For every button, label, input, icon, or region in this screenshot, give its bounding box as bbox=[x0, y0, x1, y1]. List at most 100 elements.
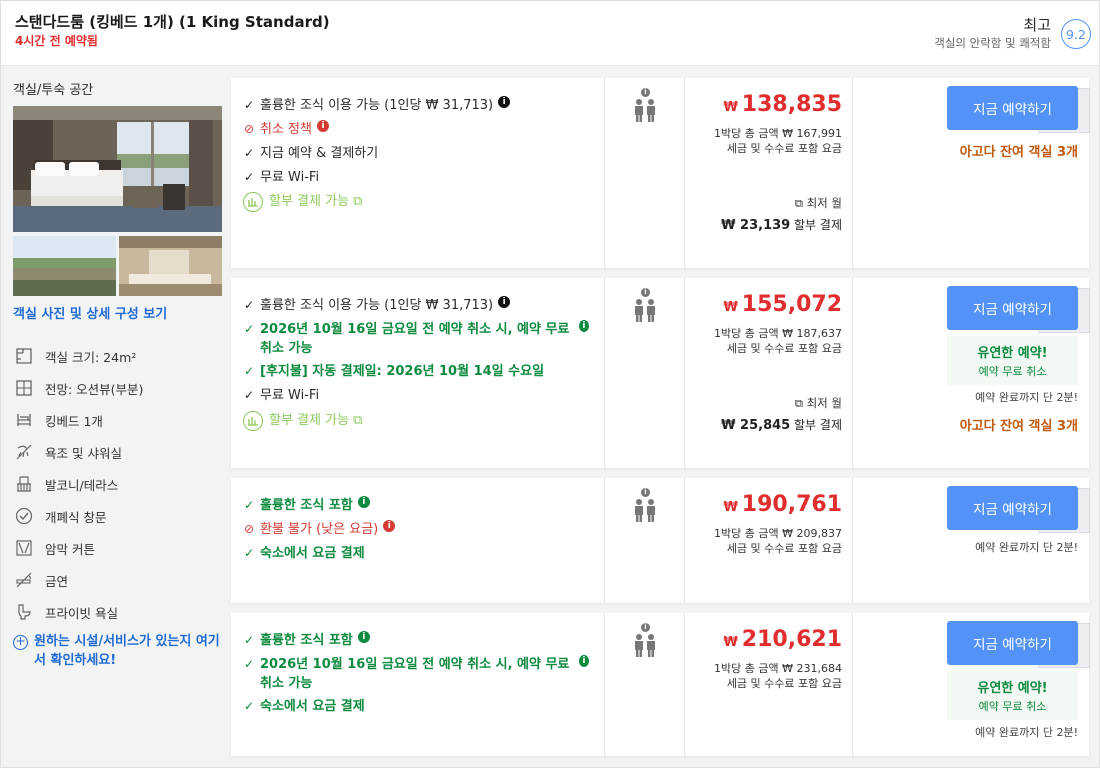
info-icon[interactable]: i bbox=[498, 96, 511, 108]
feature-balcony: 발코니/테라스 bbox=[13, 472, 118, 496]
info-icon[interactable]: i bbox=[316, 120, 329, 132]
feature-window: 개폐식 창문 bbox=[13, 504, 106, 528]
room-photo-view[interactable] bbox=[13, 236, 116, 296]
offer-price: ₩155,072 1박당 총 금액 ₩ 187,637 세금 및 수수료 포함 … bbox=[684, 278, 852, 468]
price-per-night: ₩138,835 bbox=[723, 92, 842, 117]
offer-price: ₩190,761 1박당 총 금액 ₩ 209,837 세금 및 수수료 포함 … bbox=[684, 478, 852, 603]
occupancy-icon[interactable]: i bbox=[632, 488, 658, 527]
check-icon: ✓ bbox=[244, 298, 255, 312]
installment-amount: ₩ 25,845 할부 결제 bbox=[721, 418, 842, 433]
book-now-button[interactable]: 지금 예약하기 bbox=[947, 86, 1078, 130]
occupancy-icon[interactable]: i bbox=[632, 623, 658, 662]
offer-benefits: ✓ 훌륭한 조식 포함 i ⊘ 환불 불가 (낮은 요금) i ✓ 숙소에서 요금 결제 bbox=[231, 478, 604, 603]
review-score-badge: 9.2 bbox=[1061, 19, 1091, 49]
installment-icon bbox=[243, 192, 263, 212]
offer-occupancy: i bbox=[604, 613, 684, 756]
price-tax-note: 세금 및 수수료 포함 요금 bbox=[726, 542, 842, 555]
quick-booking-note: 예약 완료까지 단 2분! bbox=[975, 726, 1078, 739]
room-photo-bathroom[interactable] bbox=[119, 236, 222, 296]
benefit-line: ⊘ 취소 정책 i bbox=[244, 120, 599, 139]
facility-check-link[interactable]: + 원하는 시설/서비스가 있는지 여기서 확인하세요! bbox=[13, 632, 223, 670]
info-icon[interactable]: i bbox=[578, 320, 589, 332]
benefit-line: ✓ 무료 Wi-Fi bbox=[244, 388, 320, 403]
rating-description: 객실의 안락함 및 쾌적함 bbox=[934, 36, 1051, 50]
price-per-night: ₩155,072 bbox=[723, 292, 842, 317]
check-icon: ✓ bbox=[244, 546, 255, 560]
check-icon: ✓ bbox=[244, 657, 255, 671]
shower-icon bbox=[13, 441, 35, 463]
check-icon: ✓ bbox=[244, 170, 255, 184]
price-per-night: ₩210,621 bbox=[723, 627, 842, 652]
recent-booking-badge: 4시간 전 예약됨 bbox=[15, 34, 98, 48]
check-icon: ✓ bbox=[244, 98, 255, 112]
feature-room-size: 객실 크기: 24m² bbox=[13, 344, 136, 368]
feature-no-smoking: 금연 bbox=[13, 568, 68, 592]
rate-offer-row: ✓ 훌륭한 조식 이용 가능 (1인당 ₩ 31,713) i ⊘ 취소 정책 i ✓ 지… bbox=[231, 78, 1090, 268]
flexible-booking-title: 유연한 예약! bbox=[977, 681, 1048, 696]
info-icon[interactable]: i bbox=[357, 496, 370, 508]
offer-benefits: ✓ 훌륭한 조식 이용 가능 (1인당 ₩ 31,713) i ⊘ 취소 정책 i ✓ 지… bbox=[231, 78, 604, 268]
installment-icon bbox=[243, 411, 263, 431]
info-icon[interactable]: i bbox=[357, 631, 370, 643]
check-icon: ✓ bbox=[244, 498, 255, 512]
benefit-line: ✓ 훌륭한 조식 이용 가능 (1인당 ₩ 31,713) i bbox=[244, 296, 599, 315]
occupancy-icon[interactable]: i bbox=[632, 88, 658, 127]
balcony-icon bbox=[13, 473, 35, 495]
free-cancel-note: 예약 무료 취소 bbox=[978, 700, 1047, 713]
feature-shower: 욕조 및 샤워실 bbox=[13, 440, 122, 464]
min-monthly-label: ⧉ 최저 월 bbox=[794, 196, 842, 210]
min-monthly-label: ⧉ 최저 월 bbox=[794, 396, 842, 410]
price-tax-note: 세금 및 수수료 포함 요금 bbox=[726, 142, 842, 155]
cancel-policy-icon: ⊘ bbox=[244, 122, 255, 136]
book-now-button[interactable]: 지금 예약하기 bbox=[947, 621, 1078, 665]
check-icon: ✓ bbox=[244, 146, 255, 160]
check-icon: ✓ bbox=[244, 699, 255, 713]
info-icon[interactable]: i bbox=[578, 655, 589, 667]
offer-benefits: ✓ 훌륭한 조식 포함 i ✓ 2026년 10월 16일 금요일 전 예약 취소 시… bbox=[231, 613, 604, 756]
room-photos-link[interactable]: 객실 사진 및 상세 구성 보기 bbox=[13, 303, 167, 322]
price-total: 1박당 총 금액 ₩ 231,684 bbox=[714, 662, 842, 675]
price-total: 1박당 총 금액 ₩ 187,637 bbox=[714, 327, 842, 340]
quick-booking-note: 예약 완료까지 단 2분! bbox=[975, 391, 1078, 404]
rooms-left-badge: 아고다 잔여 객실 3개 bbox=[959, 145, 1078, 160]
benefit-line: ✓ 지금 예약 & 결제하기 bbox=[244, 146, 379, 161]
window-icon bbox=[13, 505, 35, 527]
installment-line[interactable]: 할부 결제 가능 ⧉ bbox=[243, 411, 599, 431]
benefit-line: ✓ 무료 Wi-Fi bbox=[244, 170, 320, 185]
price-total: 1박당 총 금액 ₩ 167,991 bbox=[714, 127, 842, 140]
view-icon bbox=[13, 377, 35, 399]
room-size-icon bbox=[13, 345, 35, 367]
flexible-booking-box: 유연한 예약! 예약 무료 취소 bbox=[947, 336, 1078, 385]
offer-benefits: ✓ 훌륭한 조식 이용 가능 (1인당 ₩ 31,713) i ✓ 2026년 10월… bbox=[231, 278, 604, 468]
non-refundable-icon: ⊘ bbox=[244, 522, 255, 536]
benefit-line: ✓ [후지불] 자동 결제일: 2026년 10월 14일 수요일 bbox=[244, 364, 545, 379]
check-icon: ✓ bbox=[244, 633, 255, 647]
offer-occupancy: i bbox=[604, 278, 684, 468]
rooms-left-badge: 아고다 잔여 객실 3개 bbox=[959, 419, 1078, 434]
bed-icon bbox=[13, 409, 35, 431]
check-icon: ✓ bbox=[244, 388, 255, 402]
room-photo-main[interactable] bbox=[13, 106, 222, 232]
book-now-button[interactable]: 지금 예약하기 bbox=[947, 286, 1078, 330]
room-header: 스탠다드룸 (킹베드 1개) (1 King Standard) 4시간 전 예… bbox=[1, 1, 1099, 66]
room-title: 스탠다드룸 (킹베드 1개) (1 King Standard) bbox=[15, 13, 330, 31]
flexible-booking-title: 유연한 예약! bbox=[977, 346, 1048, 361]
feature-curtain: 암막 커튼 bbox=[13, 536, 95, 560]
price-total: 1박당 총 금액 ₩ 209,837 bbox=[714, 527, 842, 540]
benefit-line: ✓ 훌륭한 조식 포함 i bbox=[244, 631, 599, 650]
occupancy-icon[interactable]: i bbox=[632, 288, 658, 327]
benefit-line: ✓ 숙소에서 요금 결제 bbox=[244, 699, 365, 714]
book-now-button[interactable]: 지금 예약하기 bbox=[947, 486, 1078, 530]
benefit-line: ✓ 2026년 10월 16일 금요일 전 예약 취소 시, 예약 무료 취소 가… bbox=[244, 655, 589, 693]
benefit-line: ✓ 숙소에서 요금 결제 bbox=[244, 546, 365, 561]
rate-offer-row: ✓ 훌륭한 조식 포함 i ✓ 2026년 10월 16일 금요일 전 예약 취소 시… bbox=[231, 613, 1090, 756]
info-icon[interactable]: i bbox=[498, 296, 511, 308]
plus-circle-icon: + bbox=[13, 635, 28, 650]
info-icon[interactable]: i bbox=[383, 520, 396, 532]
price-tax-note: 세금 및 수수료 포함 요금 bbox=[726, 677, 842, 690]
installment-line[interactable]: 할부 결제 가능 ⧉ bbox=[243, 192, 599, 212]
check-icon: ✓ bbox=[244, 364, 255, 378]
rating-word: 최고 bbox=[1023, 16, 1051, 34]
benefit-line: ✓ 훌륭한 조식 이용 가능 (1인당 ₩ 31,713) i bbox=[244, 96, 599, 115]
feature-view: 전망: 오션뷰(부분) bbox=[13, 376, 143, 400]
